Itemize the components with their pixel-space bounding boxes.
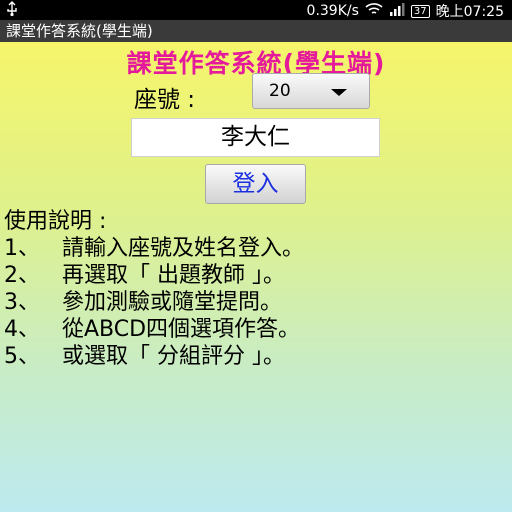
status-bar: 0.39K/s 37 晚上07:25 — [0, 0, 512, 20]
wifi-icon — [365, 2, 383, 20]
name-input[interactable]: 李大仁 — [131, 118, 380, 157]
seat-label: 座號 : — [134, 87, 196, 113]
login-button[interactable]: 登入 — [205, 164, 306, 204]
signal-icon — [389, 2, 405, 20]
usb-icon — [4, 1, 20, 21]
network-speed: 0.39K/s — [306, 3, 359, 19]
battery-icon: 37 — [410, 4, 430, 18]
seat-number-dropdown[interactable]: 20 — [252, 73, 370, 109]
list-item: 2、 再選取「 出題教師 」。 — [4, 263, 285, 288]
seat-number-value: 20 — [269, 81, 291, 101]
battery-level: 37 — [410, 4, 430, 18]
instructions: 使用說明 : 1、 請輸入座號及姓名登入。 2、 再選取「 出題教師 」。 3、 參加… — [4, 208, 304, 370]
list-item: 4、 從ABCD四個選項作答。 — [4, 317, 301, 342]
list-item: 5、 或選取「 分組評分 」。 — [4, 344, 285, 369]
chevron-down-icon — [331, 89, 347, 96]
clock: 晚上07:25 — [435, 4, 504, 20]
instructions-heading: 使用說明 : — [4, 209, 107, 234]
list-item: 1、 請輸入座號及姓名登入。 — [4, 236, 305, 261]
window-title: 課堂作答系統(學生端) — [0, 20, 512, 42]
list-item: 3、 參加測驗或隨堂提問。 — [4, 290, 283, 315]
main-content: 課堂作答系統(學生端) 座號 : 20 李大仁 登入 使用說明 : 1、 請輸入座… — [0, 42, 512, 512]
